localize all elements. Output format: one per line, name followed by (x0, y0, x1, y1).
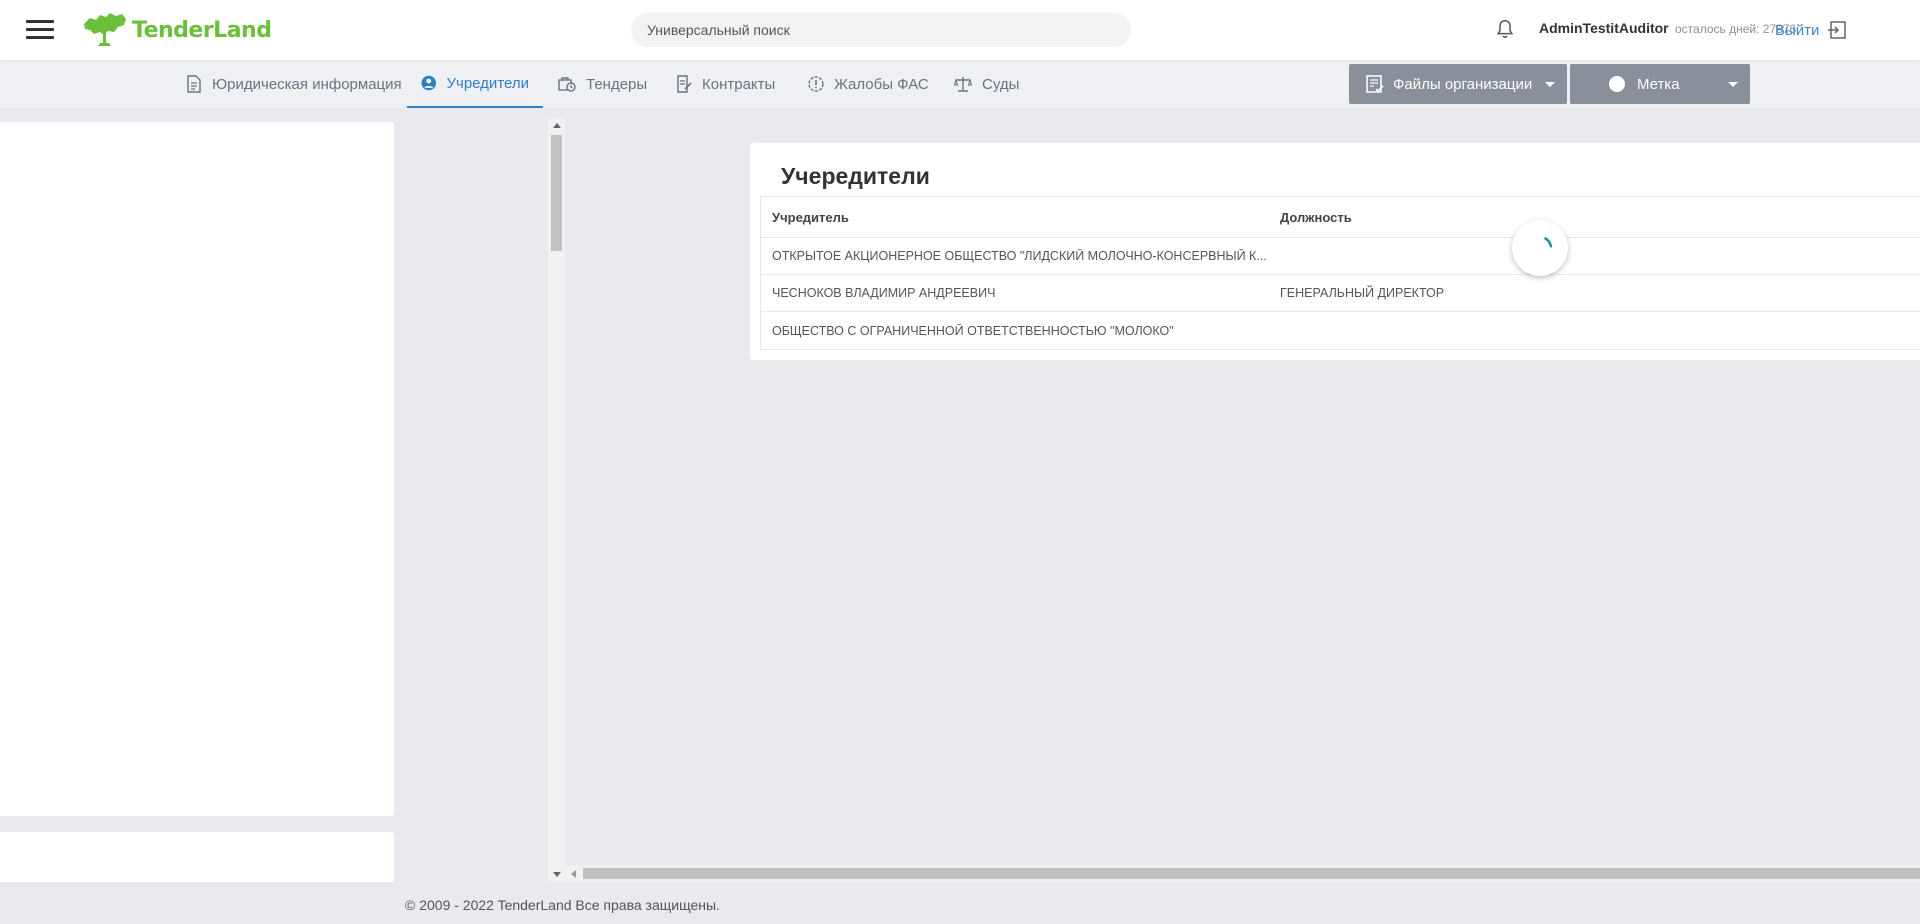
tab-courts[interactable]: Суды (940, 60, 1033, 108)
bell-icon[interactable] (1494, 17, 1516, 41)
checklist-icon (1366, 75, 1384, 93)
column-header-founder[interactable]: Учредитель (761, 210, 1280, 225)
org-files-button[interactable]: Файлы организации (1349, 64, 1567, 104)
chevron-down-icon[interactable] (1545, 82, 1555, 87)
founder-name[interactable]: ЧЕСНОКОВ ВЛАДИМИР АНДРЕЕВИЧ (761, 286, 1280, 300)
search-box[interactable] (631, 13, 1131, 47)
table-row[interactable]: ОТКРЫТОЕ АКЦИОНЕРНОЕ ОБЩЕСТВО "ЛИДСКИЙ М… (761, 238, 1920, 275)
tab-label: Учредители (446, 74, 529, 92)
tab-contracts[interactable]: Контракты (662, 60, 789, 108)
loading-spinner (1512, 220, 1568, 276)
document-icon (187, 75, 201, 93)
scroll-up-arrow-icon[interactable] (553, 123, 561, 128)
spinner-arc-icon (1544, 237, 1553, 248)
top-header: TenderLand AdminTestitAuditor осталось д… (0, 0, 1920, 60)
copyright: © 2009 - 2022 TenderLand Все права защищ… (405, 897, 720, 913)
founder-name[interactable]: ОБЩЕСТВО С ОГРАНИЧЕННОЙ ОТВЕТСТВЕННОСТЬЮ… (761, 324, 1280, 338)
table-row[interactable]: ЧЕСНОКОВ ВЛАДИМИР АНДРЕЕВИЧ ГЕНЕРАЛЬНЫЙ … (761, 275, 1920, 312)
mark-label: Метка (1637, 75, 1680, 93)
founder-position: ГЕНЕРАЛЬНЫЙ ДИРЕКТОР (1280, 286, 1445, 300)
founders-title: Учередители (781, 163, 930, 189)
russia-map-icon (84, 13, 126, 46)
scroll-left-arrow-icon[interactable] (571, 870, 576, 878)
scroll-down-arrow-icon[interactable] (553, 872, 561, 877)
chevron-down-icon[interactable] (1728, 82, 1738, 87)
scroll-thumb[interactable] (583, 868, 1920, 879)
horizontal-scrollbar[interactable] (565, 865, 1920, 882)
tab-founders[interactable]: Учредители (407, 60, 543, 108)
logout-label: Выйти (1775, 21, 1820, 39)
contract-icon (677, 75, 692, 93)
tab-label: Тендеры (586, 75, 648, 93)
logo[interactable]: TenderLand (82, 9, 272, 51)
tab-label: Суды (982, 75, 1020, 93)
search-input[interactable] (647, 22, 1131, 38)
table-header: Учредитель Должность (761, 197, 1920, 238)
tab-label: Жалобы ФАС (834, 75, 929, 93)
tab-tenders[interactable]: Тендеры (544, 60, 661, 108)
user-circle-icon (421, 75, 437, 91)
menu-icon[interactable] (26, 20, 54, 40)
username[interactable]: AdminTestitAuditor (1539, 20, 1669, 36)
logout-button[interactable]: Выйти (1775, 20, 1847, 40)
briefcase-clock-icon (558, 77, 576, 92)
left-panel-lower (0, 832, 394, 882)
tab-fas-complaints[interactable]: Жалобы ФАС (794, 60, 943, 108)
logout-icon (1828, 21, 1847, 39)
alert-circle-icon (808, 76, 824, 92)
tab-label: Контракты (702, 75, 776, 93)
scales-icon (954, 77, 972, 92)
logo-text: TenderLand (132, 17, 272, 43)
founders-table: Учредитель Должность ОТКРЫТОЕ АКЦИОНЕРНО… (760, 196, 1920, 350)
org-files-label: Файлы организации (1393, 75, 1533, 93)
column-header-position[interactable]: Должность (1280, 210, 1920, 225)
table-row[interactable]: ОБЩЕСТВО С ОГРАНИЧЕННОЙ ОТВЕТСТВЕННОСТЬЮ… (761, 312, 1920, 349)
mark-dot-icon (1609, 76, 1625, 92)
founders-card: Учередители Учредитель Должность ОТКРЫТО… (750, 143, 1920, 360)
mark-button[interactable]: Метка (1570, 64, 1750, 104)
footer: © 2009 - 2022 TenderLand Все права защищ… (0, 882, 1920, 924)
vertical-scrollbar[interactable] (548, 118, 565, 882)
scroll-thumb[interactable] (551, 135, 562, 251)
founder-name[interactable]: ОТКРЫТОЕ АКЦИОНЕРНОЕ ОБЩЕСТВО "ЛИДСКИЙ М… (761, 249, 1280, 263)
tab-label: Юридическая информация (212, 75, 402, 93)
tab-legal-info[interactable]: Юридическая информация (172, 60, 416, 108)
left-panel (0, 122, 394, 816)
